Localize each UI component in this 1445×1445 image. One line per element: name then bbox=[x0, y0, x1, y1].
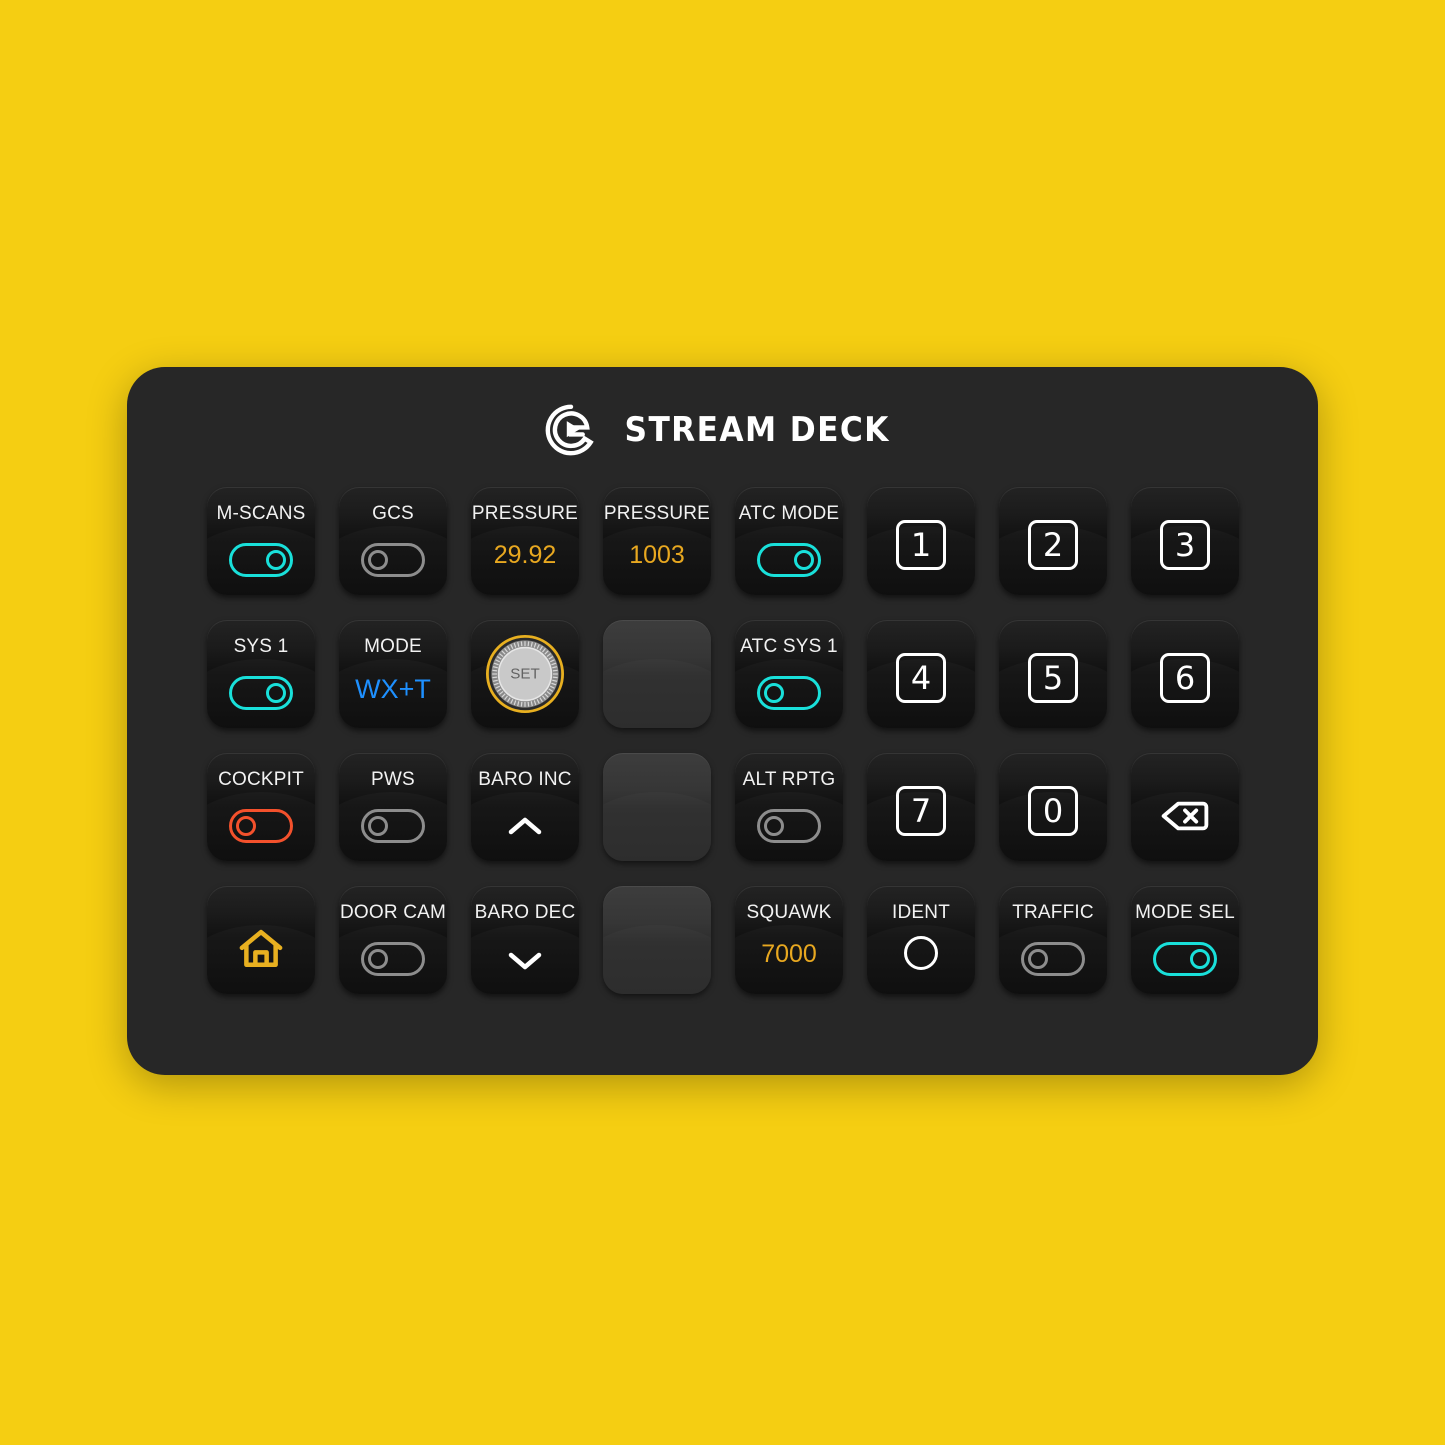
key-mode[interactable]: MODE WX+T bbox=[339, 620, 447, 728]
key-set-knob[interactable]: SET bbox=[471, 620, 579, 728]
circle-icon bbox=[904, 936, 938, 970]
key-label: DOOR CAM bbox=[339, 902, 447, 923]
toggle-knob bbox=[266, 550, 286, 570]
key-door-cam[interactable]: DOOR CAM bbox=[339, 886, 447, 994]
toggle-switch[interactable] bbox=[1021, 942, 1085, 976]
toggle-switch[interactable] bbox=[229, 809, 293, 843]
key-label: MODE bbox=[364, 636, 422, 657]
key-baro-dec[interactable]: BARO DEC bbox=[471, 886, 579, 994]
toggle-knob bbox=[1028, 949, 1048, 969]
key-num-3[interactable]: 3 bbox=[1131, 487, 1239, 595]
key-label: ALT RPTG bbox=[742, 769, 836, 790]
key-traffic[interactable]: TRAFFIC bbox=[999, 886, 1107, 994]
key-label: MODE SEL bbox=[1135, 902, 1235, 923]
key-label: M-SCANS bbox=[216, 503, 306, 524]
key-ident[interactable]: IDENT bbox=[867, 886, 975, 994]
toggle-switch[interactable] bbox=[229, 676, 293, 710]
toggle-switch[interactable] bbox=[757, 676, 821, 710]
svg-text:SET: SET bbox=[510, 666, 540, 683]
key-value: 1003 bbox=[629, 541, 685, 569]
key-squawk[interactable]: SQUAWK 7000 bbox=[735, 886, 843, 994]
key-value: WX+T bbox=[355, 674, 431, 704]
key-blank-r2[interactable] bbox=[603, 620, 711, 728]
toggle-switch[interactable] bbox=[361, 543, 425, 577]
digit-box: 2 bbox=[1028, 520, 1078, 570]
toggle-knob bbox=[794, 550, 814, 570]
digit-box: 3 bbox=[1160, 520, 1210, 570]
toggle-knob bbox=[1190, 949, 1210, 969]
key-num-5[interactable]: 5 bbox=[999, 620, 1107, 728]
key-blank-r3[interactable] bbox=[603, 753, 711, 861]
toggle-knob bbox=[368, 949, 388, 969]
toggle-switch[interactable] bbox=[1153, 942, 1217, 976]
key-label: BARO INC bbox=[478, 769, 572, 790]
key-pressure-hpa[interactable]: PRESSURE 1003 bbox=[603, 487, 711, 595]
key-label: SQUAWK bbox=[746, 902, 832, 923]
key-label: SYS 1 bbox=[233, 636, 289, 657]
digit-box: 6 bbox=[1160, 653, 1210, 703]
toggle-switch[interactable] bbox=[757, 809, 821, 843]
stream-deck-device: STREAM DECK M-SCANS GCS PRESSURE 29.92 PRESS… bbox=[127, 367, 1318, 1075]
brand-header: STREAM DECK bbox=[127, 403, 1318, 457]
key-value: 7000 bbox=[761, 940, 817, 968]
key-sys-1[interactable]: SYS 1 bbox=[207, 620, 315, 728]
key-pressure-inhg[interactable]: PRESSURE 29.92 bbox=[471, 487, 579, 595]
toggle-knob bbox=[368, 816, 388, 836]
key-backspace[interactable] bbox=[1131, 753, 1239, 861]
key-label: PRESSURE bbox=[603, 503, 711, 524]
key-label: TRAFFIC bbox=[1012, 902, 1094, 923]
digit-box: 4 bbox=[896, 653, 946, 703]
key-label: ATC MODE bbox=[738, 503, 840, 524]
key-alt-rptg[interactable]: ALT RPTG bbox=[735, 753, 843, 861]
digit-box: 7 bbox=[896, 786, 946, 836]
toggle-switch[interactable] bbox=[361, 942, 425, 976]
toggle-knob bbox=[764, 683, 784, 703]
brand-title: STREAM DECK bbox=[624, 410, 890, 450]
key-label: ATC SYS 1 bbox=[740, 636, 838, 657]
digit-box: 1 bbox=[896, 520, 946, 570]
key-num-0[interactable]: 0 bbox=[999, 753, 1107, 861]
toggle-switch[interactable] bbox=[361, 809, 425, 843]
key-gcs[interactable]: GCS bbox=[339, 487, 447, 595]
key-mode-sel[interactable]: MODE SEL bbox=[1131, 886, 1239, 994]
key-label: BARO DEC bbox=[474, 902, 576, 923]
key-num-2[interactable]: 2 bbox=[999, 487, 1107, 595]
toggle-knob bbox=[236, 816, 256, 836]
toggle-knob bbox=[764, 816, 784, 836]
toggle-switch[interactable] bbox=[229, 543, 293, 577]
screenshot-canvas: STREAM DECK M-SCANS GCS PRESSURE 29.92 PRESS… bbox=[0, 0, 1445, 1445]
key-pws[interactable]: PWS bbox=[339, 753, 447, 861]
key-baro-inc[interactable]: BARO INC bbox=[471, 753, 579, 861]
chevron-down-icon bbox=[501, 936, 549, 984]
key-num-7[interactable]: 7 bbox=[867, 753, 975, 861]
key-home[interactable] bbox=[207, 886, 315, 994]
toggle-knob bbox=[266, 683, 286, 703]
key-num-1[interactable]: 1 bbox=[867, 487, 975, 595]
key-num-6[interactable]: 6 bbox=[1131, 620, 1239, 728]
key-atc-sys-1[interactable]: ATC SYS 1 bbox=[735, 620, 843, 728]
key-label: PWS bbox=[371, 769, 415, 790]
digit-box: 0 bbox=[1028, 786, 1078, 836]
key-num-4[interactable]: 4 bbox=[867, 620, 975, 728]
circle-icon bbox=[904, 936, 938, 970]
key-label: COCKPIT bbox=[218, 769, 304, 790]
key-grid: M-SCANS GCS PRESSURE 29.92 PRESSURE 1003 ATC M… bbox=[207, 487, 1239, 994]
key-m-scans[interactable]: M-SCANS bbox=[207, 487, 315, 595]
digit-box: 5 bbox=[1028, 653, 1078, 703]
elgato-logo-icon bbox=[544, 403, 598, 457]
toggle-switch[interactable] bbox=[757, 543, 821, 577]
key-label: GCS bbox=[372, 503, 414, 524]
key-cockpit[interactable]: COCKPIT bbox=[207, 753, 315, 861]
key-blank-r4[interactable] bbox=[603, 886, 711, 994]
key-value: 29.92 bbox=[493, 541, 557, 569]
key-label: IDENT bbox=[892, 902, 950, 923]
key-atc-mode[interactable]: ATC MODE bbox=[735, 487, 843, 595]
key-label: PRESSURE bbox=[471, 503, 579, 524]
backspace-icon bbox=[1131, 770, 1239, 861]
toggle-knob bbox=[368, 550, 388, 570]
chevron-up-icon bbox=[501, 803, 549, 851]
home-icon bbox=[207, 903, 315, 994]
